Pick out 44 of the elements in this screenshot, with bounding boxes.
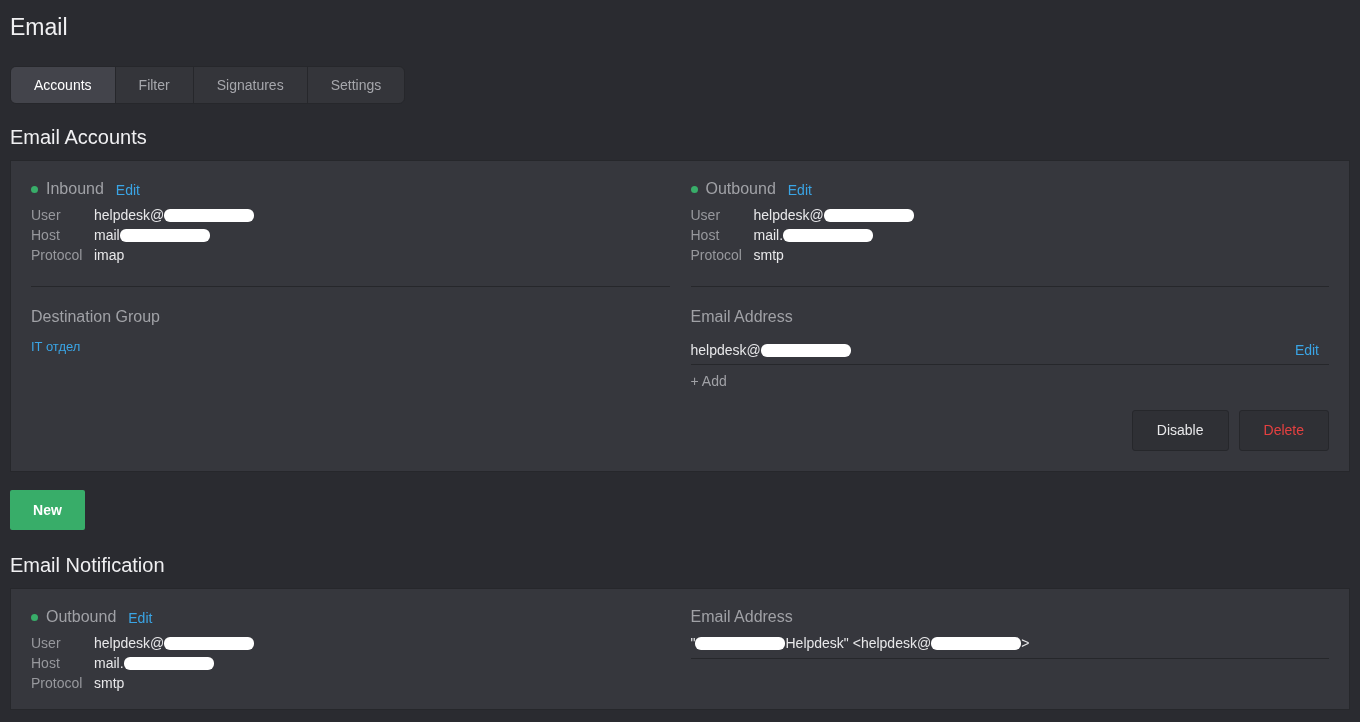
section-title: Inbound xyxy=(46,179,104,199)
tab[interactable]: Signatures xyxy=(192,67,307,103)
value-text: " xyxy=(690,634,696,653)
field-label: Host xyxy=(31,653,61,673)
edit-link[interactable]: Edit xyxy=(1294,340,1319,361)
value-text: helpdesk@ xyxy=(690,341,761,360)
value-text: smtp xyxy=(753,245,784,265)
field-label: Protocol xyxy=(31,673,84,693)
value-text: smtp xyxy=(94,673,125,693)
section-title: Outbound xyxy=(46,607,117,627)
section-heading: Email Accounts xyxy=(10,125,148,150)
edit-link[interactable]: Edit xyxy=(787,179,812,201)
value-text: imap xyxy=(94,245,125,265)
value-text: helpdesk@ xyxy=(94,633,165,653)
field-label: User xyxy=(690,205,722,225)
group-link[interactable]: IT отдел xyxy=(31,337,81,357)
field-label: User xyxy=(31,205,62,225)
page-title: Email xyxy=(10,13,69,42)
tab[interactable]: Filter xyxy=(114,67,193,103)
delete-button[interactable]: Delete xyxy=(1238,410,1329,451)
field-label: Host xyxy=(690,225,721,245)
section-heading: Email Notification xyxy=(10,553,166,578)
tab[interactable]: Settings xyxy=(306,67,405,103)
edit-link[interactable]: Edit xyxy=(115,179,140,201)
tab[interactable]: Accounts xyxy=(11,67,115,103)
value-text: mail. xyxy=(94,653,124,673)
value-text: Helpdesk" <helpdesk@ xyxy=(785,634,932,653)
edit-link[interactable]: Edit xyxy=(128,607,153,629)
value-text: > xyxy=(1021,634,1030,653)
section-title: Outbound xyxy=(705,179,776,199)
field-heading: Destination Group xyxy=(31,307,161,327)
value-text: helpdesk@ xyxy=(94,205,165,225)
new-button[interactable]: New xyxy=(10,490,85,530)
value-text: mail. xyxy=(753,225,784,245)
field-label: Protocol xyxy=(31,245,84,265)
field-label: Protocol xyxy=(690,245,743,265)
add-link[interactable]: + Add xyxy=(690,371,727,392)
field-heading: Email Address xyxy=(690,607,794,627)
field-heading: Email Address xyxy=(690,307,794,327)
field-label: Host xyxy=(31,225,61,245)
value-text: helpdesk@ xyxy=(753,205,824,225)
action-button[interactable]: Disable xyxy=(1131,410,1229,451)
value-text: mail xyxy=(94,225,120,245)
field-label: User xyxy=(31,633,62,653)
